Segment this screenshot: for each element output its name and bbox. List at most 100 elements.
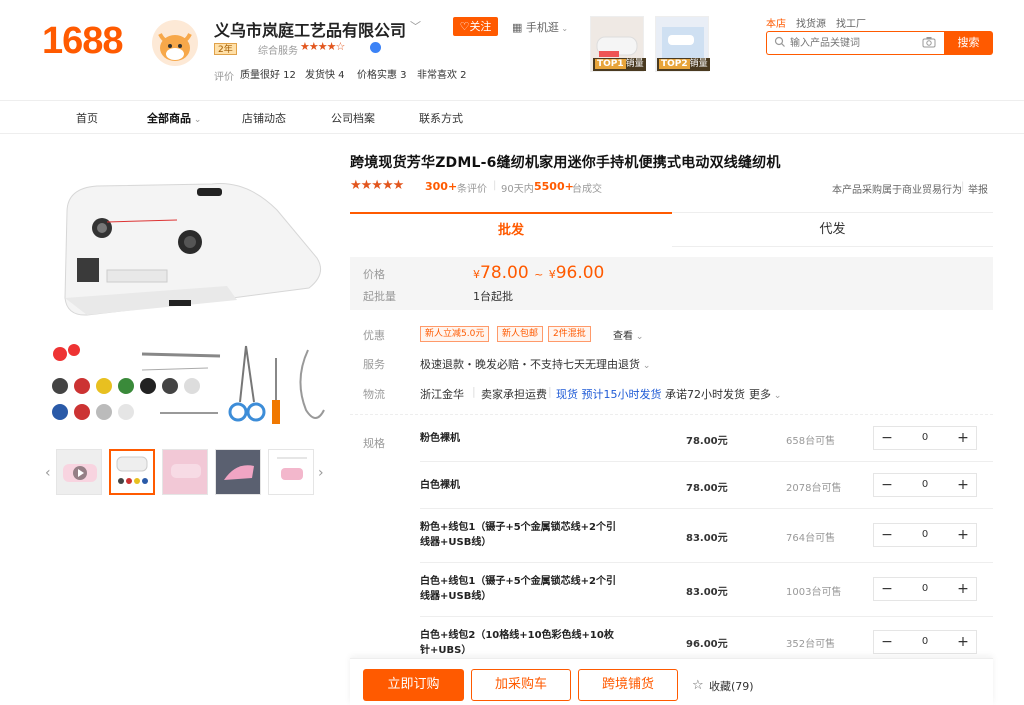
chevron-down-icon: ⌄ bbox=[558, 24, 569, 33]
search-tab-find-source[interactable]: 找货源 bbox=[796, 15, 826, 30]
gallery-thumb-video[interactable] bbox=[56, 449, 102, 495]
chevron-down-icon: ⌄ bbox=[640, 361, 651, 371]
service-value[interactable]: 极速退款・晚发必赔・不支持七天无理由退货 ⌄ bbox=[420, 356, 650, 372]
search-tab-this-shop[interactable]: 本店 bbox=[766, 15, 786, 30]
sku-price: 78.00元 bbox=[686, 436, 728, 447]
nav-home[interactable]: 首页 bbox=[76, 110, 98, 126]
gallery-thumb[interactable] bbox=[268, 449, 314, 495]
sold-count-label: 台成交 bbox=[572, 184, 602, 195]
divider: | bbox=[493, 180, 497, 191]
shop-avatar[interactable] bbox=[152, 20, 198, 66]
logistics-more-link[interactable]: 更多 ⌄ bbox=[749, 386, 781, 402]
review-count[interactable]: 300+ bbox=[425, 180, 457, 193]
promo-more-link[interactable]: 查看 ⌄ bbox=[613, 327, 643, 342]
rating-tag: 非常喜欢 2 bbox=[417, 70, 467, 81]
mobile-browse-link[interactable]: ▦ 手机逛 ⌄ bbox=[512, 19, 568, 35]
heart-icon: ♡ bbox=[459, 20, 470, 33]
main-product-image[interactable] bbox=[47, 150, 331, 338]
decrease-button[interactable]: − bbox=[874, 474, 900, 496]
sku-stock: 352台可售 bbox=[786, 639, 836, 650]
promo-tag[interactable]: 新人立减5.0元 bbox=[420, 326, 490, 342]
price-panel bbox=[350, 257, 993, 310]
mobile-label: 手机逛 bbox=[525, 21, 559, 34]
tab-wholesale[interactable]: 批发 bbox=[350, 212, 672, 247]
thumbs-next-icon[interactable]: › bbox=[318, 465, 324, 481]
quantity-value[interactable]: 0 bbox=[900, 474, 950, 496]
logistics-stock-status: 现货 预计15小时发货 bbox=[556, 388, 662, 401]
chevron-down-icon[interactable]: ﹀ bbox=[410, 18, 421, 34]
camera-icon[interactable] bbox=[922, 36, 936, 51]
decrease-button[interactable]: − bbox=[874, 631, 900, 653]
increase-button[interactable]: + bbox=[950, 427, 976, 449]
tab-dropship[interactable]: 代发 bbox=[672, 212, 993, 247]
quantity-value[interactable]: 0 bbox=[900, 578, 950, 600]
logistics-origin: 浙江金华 bbox=[420, 388, 464, 401]
chevron-down-icon: ⌄ bbox=[633, 332, 644, 342]
service-label: 服务 bbox=[363, 358, 385, 371]
accessories-image[interactable] bbox=[50, 340, 334, 432]
top-rank-label: TOP1 销量 bbox=[593, 58, 646, 71]
divider: | bbox=[961, 181, 965, 192]
star-icon[interactable]: ☆ bbox=[692, 678, 704, 693]
sku-stock: 764台可售 bbox=[786, 533, 836, 544]
rating-tag: 发货快 4 bbox=[305, 70, 345, 81]
pink-machine-thumb-image bbox=[163, 450, 207, 494]
sku-stock: 658台可售 bbox=[786, 436, 836, 447]
nav-contact[interactable]: 联系方式 bbox=[419, 110, 463, 126]
decrease-button[interactable]: − bbox=[874, 578, 900, 600]
follow-button[interactable]: ♡关注 bbox=[453, 17, 498, 36]
search-input[interactable] bbox=[790, 33, 915, 53]
decrease-button[interactable]: − bbox=[874, 524, 900, 546]
gallery-thumb[interactable] bbox=[215, 449, 261, 495]
spec-label: 规格 bbox=[363, 437, 385, 450]
increase-button[interactable]: + bbox=[950, 578, 976, 600]
thumbs-prev-icon[interactable]: ‹ bbox=[45, 465, 51, 481]
add-to-cart-button[interactable]: 加采购车 bbox=[471, 669, 571, 701]
logistics-promise: 承诺72小时发货 bbox=[665, 388, 745, 401]
sku-stock: 2078台可售 bbox=[786, 483, 842, 494]
sku-price: 78.00元 bbox=[686, 483, 728, 494]
service-score-label: 综合服务 bbox=[258, 46, 298, 57]
quantity-stepper: − 0 + bbox=[873, 630, 977, 654]
promo-tag[interactable]: 2件混批 bbox=[548, 326, 591, 342]
product-title: 跨境现货芳华ZDML-6缝纫机家用迷你手持机便携式电动双线缝纫机 bbox=[350, 155, 781, 171]
chevron-down-icon: ⌄ bbox=[191, 115, 202, 125]
sku-name: 粉色裸机 bbox=[420, 433, 460, 444]
divider: | bbox=[472, 385, 476, 398]
table-row: 白色裸机 78.00元 2078台可售 − 0 + bbox=[420, 462, 993, 509]
crossborder-button[interactable]: 跨境铺货 bbox=[578, 669, 678, 701]
quantity-value[interactable]: 0 bbox=[900, 631, 950, 653]
site-logo[interactable]: 1688 bbox=[42, 20, 124, 63]
quantity-value[interactable]: 0 bbox=[900, 524, 950, 546]
quantity-stepper: − 0 + bbox=[873, 577, 977, 601]
nav-company-profile[interactable]: 公司档案 bbox=[331, 110, 375, 126]
search-button[interactable]: 搜索 bbox=[944, 31, 993, 55]
sewing-machine-image bbox=[47, 150, 331, 338]
rating-label: 评价 bbox=[214, 72, 234, 83]
qr-icon: ▦ bbox=[512, 21, 526, 34]
table-row: 白色+线包2（10格线+10色彩色线+10枚针+UBS） 96.00元 352台… bbox=[420, 617, 993, 658]
sku-price: 83.00元 bbox=[686, 533, 728, 544]
gallery-thumb[interactable] bbox=[162, 449, 208, 495]
sku-stock: 1003台可售 bbox=[786, 587, 842, 598]
sku-name: 白色裸机 bbox=[420, 480, 460, 491]
search-tab-find-factory[interactable]: 找工厂 bbox=[836, 15, 866, 30]
increase-button[interactable]: + bbox=[950, 524, 976, 546]
shop-name[interactable]: 义乌市岚庭工艺品有限公司 bbox=[214, 17, 406, 41]
favorite-button[interactable]: 收藏(79) bbox=[709, 678, 754, 694]
buy-now-button[interactable]: 立即订购 bbox=[363, 669, 464, 701]
increase-button[interactable]: + bbox=[950, 631, 976, 653]
moq-value: 1台起批 bbox=[473, 290, 513, 303]
sales-period-label: 90天内 bbox=[501, 184, 534, 195]
divider: | bbox=[548, 385, 552, 398]
verified-badge-icon[interactable] bbox=[370, 42, 381, 53]
years-badge: 2年 bbox=[214, 43, 237, 55]
quantity-value[interactable]: 0 bbox=[900, 427, 950, 449]
report-link[interactable]: 举报 bbox=[968, 181, 988, 196]
nav-all-products[interactable]: 全部商品 ⌄ bbox=[147, 110, 201, 126]
promo-tag[interactable]: 新人包邮 bbox=[497, 326, 544, 342]
decrease-button[interactable]: − bbox=[874, 427, 900, 449]
increase-button[interactable]: + bbox=[950, 474, 976, 496]
gallery-thumb-active[interactable] bbox=[109, 449, 155, 495]
nav-shop-news[interactable]: 店铺动态 bbox=[242, 110, 286, 126]
